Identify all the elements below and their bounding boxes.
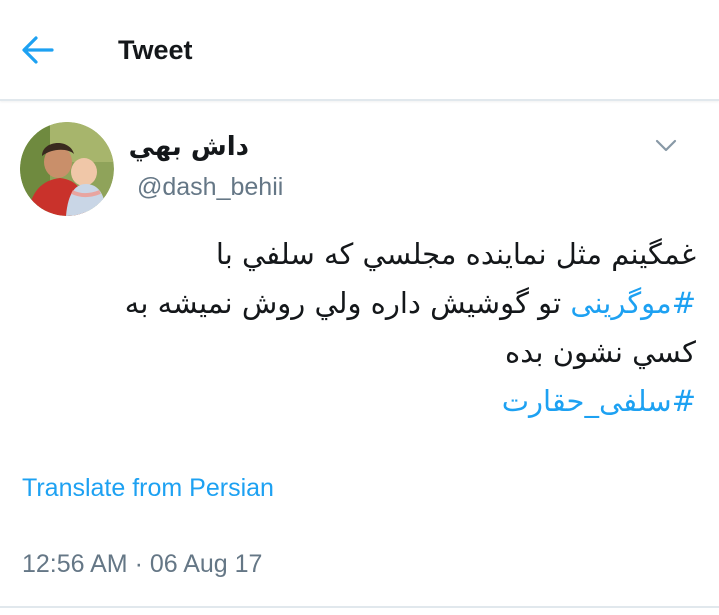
tweet-line-4: #سلفی_حقارت xyxy=(16,377,696,426)
back-button[interactable] xyxy=(16,28,60,72)
hashtag-link[interactable]: #موگرینی xyxy=(570,286,696,320)
tweet-text: غمگینم مثل نماینده مجلسي که سلفي با #موگ… xyxy=(16,230,696,426)
author-handle[interactable]: @dash_behii xyxy=(137,173,283,202)
page-title: Tweet xyxy=(118,35,193,65)
translate-link[interactable]: Translate from Persian xyxy=(22,474,274,503)
avatar[interactable] xyxy=(20,122,114,216)
tweet-line-1: غمگینم مثل نماینده مجلسي که سلفي با xyxy=(215,237,696,271)
chevron-down-icon xyxy=(655,139,677,152)
author-display-name[interactable]: داش بهي xyxy=(129,132,249,162)
hashtag-link[interactable]: #سلفی_حقارت xyxy=(502,384,696,418)
arrow-left-icon xyxy=(22,36,54,64)
tweet-line-3: کسي نشون بده xyxy=(505,335,696,369)
divider xyxy=(0,606,719,608)
tweet-line-2: #موگرینی تو گوشیش داره ولي روش نمیشه به xyxy=(16,279,696,328)
tweet-line-2-text: تو گوشیش داره ولي روش نمیشه به xyxy=(124,286,562,320)
top-app-bar: Tweet xyxy=(0,0,719,101)
tweet-menu-button[interactable] xyxy=(650,132,682,160)
avatar-photo xyxy=(20,122,114,216)
tweet-timestamp: 12:56 AM · 06 Aug 17 xyxy=(22,550,263,578)
